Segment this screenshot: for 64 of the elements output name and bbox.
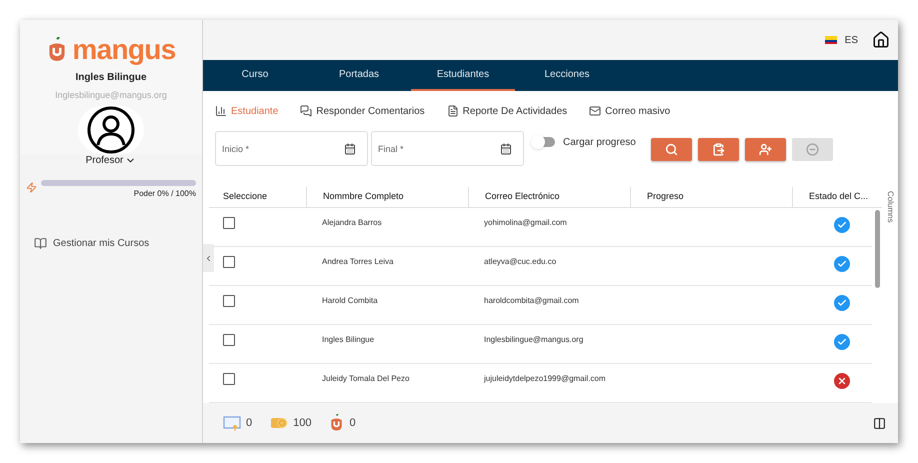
sub-tab[interactable]: Reporte De Actividades — [446, 104, 568, 118]
email-cell-text: Inglesbilingue@mangus.org — [483, 334, 584, 346]
power-reading: Poder 0% / 100% — [134, 188, 196, 200]
sub-tab[interactable]: Correo masivo — [589, 104, 670, 118]
toggle-switch[interactable] — [533, 137, 555, 147]
sub-tab[interactable]: Responder Comentarios — [300, 104, 425, 118]
nav-tab[interactable]: Portadas — [307, 60, 411, 91]
user-silhouette-icon — [87, 106, 135, 154]
logo-text: mangus — [72, 36, 176, 64]
name-cell-text: Harold Combita — [321, 295, 379, 307]
column-header[interactable]: Seleccione — [209, 187, 306, 207]
column-header[interactable]: Progreso — [630, 187, 792, 207]
name-cell-text: Juleidy Tomala Del Pezo — [321, 373, 410, 385]
language-label[interactable]: ES — [844, 32, 858, 48]
report-icon — [446, 105, 459, 117]
email-cell-text: atleyva@cuc.edu.co — [483, 256, 558, 268]
lightning-icon — [26, 182, 37, 193]
add-user-button[interactable] — [744, 138, 786, 161]
search-button[interactable] — [650, 138, 692, 161]
role-dropdown[interactable]: Profesor — [86, 153, 136, 168]
row-checkbox[interactable] — [223, 334, 235, 346]
column-header[interactable]: Nommbre Completo — [306, 187, 468, 207]
book-icon — [34, 237, 47, 250]
mango-icon — [329, 414, 344, 432]
row-checkbox[interactable] — [223, 217, 235, 229]
scrollbar[interactable] — [875, 210, 880, 288]
calendar-icon[interactable] — [344, 143, 356, 155]
download-button[interactable] — [698, 138, 739, 161]
home-icon[interactable] — [872, 31, 890, 49]
mail-icon — [589, 105, 602, 117]
count-label: 0 — [349, 416, 356, 431]
nav-tab[interactable]: Lecciones — [515, 60, 619, 91]
coins-icon — [270, 416, 288, 430]
count-label: 100 — [293, 416, 312, 431]
add-user-icon — [758, 143, 772, 156]
row-checkbox[interactable] — [223, 373, 235, 385]
column-header[interactable]: Correo Electrónico — [468, 187, 630, 207]
chart-icon — [215, 105, 227, 117]
certificate-icon — [223, 416, 241, 430]
row-checkbox[interactable] — [223, 295, 235, 307]
user-email: Inglesbilingue@mangus.org — [55, 89, 167, 102]
menu-item[interactable]: Gestionar mis Cursos — [20, 236, 202, 251]
search-icon — [664, 143, 678, 156]
flag-icon — [824, 36, 837, 44]
nav-tab[interactable]: Curso — [203, 60, 307, 91]
column-view-icon[interactable] — [873, 416, 886, 430]
name-cell-text: Alejandra Barros — [321, 217, 383, 229]
date-field[interactable]: Final * — [371, 131, 524, 166]
count-label: 0 — [246, 416, 252, 431]
row-checkbox[interactable] — [223, 256, 235, 268]
name-cell-text: Andrea Torres Leiva — [321, 256, 394, 268]
chevron-left-icon — [204, 254, 213, 262]
toggle-label: Cargar progreso — [563, 136, 636, 150]
download-icon — [712, 143, 725, 156]
date-field[interactable]: Inicio * — [215, 131, 368, 166]
email-cell-text: yohimolina@gmail.com — [483, 217, 568, 229]
email-cell-text: jujuleidytdelpezo1999@gmail.com — [482, 373, 607, 385]
calendar-icon[interactable] — [500, 143, 512, 155]
user-name: Ingles Bilingue — [75, 71, 147, 85]
email-cell-text: haroldcombita@gmail.com — [483, 295, 580, 307]
remove-icon — [806, 143, 819, 156]
columns-toggle[interactable]: Columns — [884, 191, 896, 223]
comments-icon — [300, 105, 312, 117]
name-cell-text: Ingles Bilingue — [321, 334, 376, 346]
